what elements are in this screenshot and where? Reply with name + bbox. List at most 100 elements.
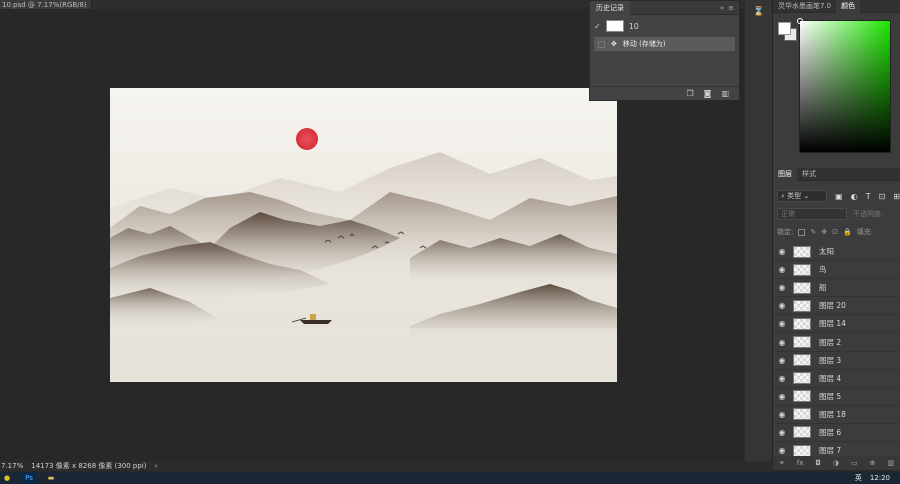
document-info: 14173 像素 x 8268 像素 (300 ppi) (31, 462, 147, 470)
taskbar: ● Ps ▬ 英 12:20 (0, 472, 900, 484)
new-group-icon[interactable]: ▭ (851, 459, 858, 467)
history-panel-icon[interactable]: ⌛ (751, 5, 767, 19)
layer-name: 图层 20 (819, 301, 846, 311)
history-panel-header: 历史记录 » ≡ (590, 0, 739, 15)
link-layers-icon[interactable]: ⚭ (779, 459, 785, 467)
lock-all-icon[interactable]: 🔒 (843, 228, 852, 236)
layer-thumbnail (793, 372, 811, 385)
color-picker-cursor[interactable] (797, 18, 803, 24)
layer-row[interactable]: ◉ 鸟 (773, 261, 900, 280)
lock-paint-icon[interactable]: ✎ (810, 228, 816, 236)
layer-row[interactable]: ◉ 图层 18 (773, 406, 900, 424)
layer-kind-label: 类型 (787, 192, 802, 200)
layer-row[interactable]: ◉ 太阳 (773, 243, 900, 262)
eye-icon[interactable]: ◉ (773, 428, 791, 437)
smart-object-filter-icon[interactable]: ⊞ (893, 192, 900, 201)
panel-collapse-icon[interactable]: » (720, 4, 724, 12)
history-state-checkbox[interactable] (598, 40, 605, 48)
image-filter-icon[interactable]: ▣ (835, 192, 843, 201)
layer-row[interactable]: ◉ 图层 20 (773, 297, 900, 316)
ime-indicator[interactable]: 英 (855, 473, 862, 483)
eye-icon[interactable]: ◉ (773, 265, 791, 274)
eye-icon[interactable]: ◉ (773, 356, 791, 365)
layer-row[interactable]: ◉ 图层 3 (773, 352, 900, 370)
layer-row[interactable]: ◉ 船 (773, 279, 900, 298)
camera-icon[interactable]: ◙ (704, 89, 712, 98)
layers-panel-tabs: 图层 样式 (773, 167, 900, 181)
eye-icon[interactable]: ◉ (773, 301, 791, 310)
layer-name: 图层 4 (819, 373, 842, 383)
fx-icon[interactable]: fx (797, 459, 804, 467)
snapshot-thumbnail (605, 20, 624, 32)
layer-row[interactable]: ◉ 图层 2 (773, 333, 900, 352)
layer-thumbnail (793, 390, 811, 403)
foreground-color-swatch[interactable] (778, 22, 791, 35)
layer-thumbnail (793, 317, 811, 330)
color-panel-tabs: 灵华水墨画笔7.0 颜色 (773, 0, 900, 13)
status-expand-icon[interactable]: › (154, 462, 157, 470)
document-tab-title: 10.psd @ 7.17%(RGB/8) (2, 0, 87, 9)
layer-row[interactable]: ◉ 图层 4 (773, 370, 900, 388)
tab-brush-library[interactable]: 灵华水墨画笔7.0 (773, 0, 836, 13)
search-icon: ⌕ (781, 191, 785, 200)
layer-row[interactable]: ◉ 图层 14 (773, 315, 900, 334)
right-panels: 灵华水墨画笔7.0 颜色 图层 样式 ⌕ 类型 ⌄ ▣ ◐ T ⊡ ⊞ 正常 不… (772, 0, 900, 470)
status-bar: 7.17% 14173 像素 x 8268 像素 (300 ppi) › (0, 461, 772, 471)
adjustment-layer-icon[interactable]: ◑ (833, 459, 839, 467)
blend-mode-select[interactable]: 正常 (777, 208, 847, 220)
tab-color[interactable]: 颜色 (836, 0, 861, 13)
layer-thumbnail (793, 336, 811, 349)
photoshop-taskbar-icon[interactable]: Ps (22, 472, 36, 484)
new-layer-icon[interactable]: ⊕ (870, 459, 876, 467)
eye-icon[interactable]: ◉ (773, 446, 791, 455)
new-doc-from-state-icon[interactable]: ❒ (687, 89, 694, 98)
app-icon[interactable]: ● (0, 472, 14, 484)
shape-filter-icon[interactable]: ⊡ (879, 192, 886, 201)
layer-name: 图层 7 (819, 446, 842, 456)
layer-thumbnail (793, 444, 811, 457)
lock-row: 锁定: ✎ ✥ ⊡ 🔒 填充: (773, 225, 900, 239)
layer-name: 太阳 (819, 247, 834, 257)
tab-styles[interactable]: 样式 (797, 168, 821, 181)
history-state-label: 移动 (存储为) (622, 40, 666, 48)
tab-layers[interactable]: 图层 (773, 167, 797, 181)
zoom-level[interactable]: 7.17% (1, 462, 23, 470)
eye-icon[interactable]: ◉ (773, 247, 791, 256)
tab-history[interactable]: 历史记录 (590, 0, 630, 15)
layer-row[interactable]: ◉ 图层 6 (773, 424, 900, 443)
history-brush-icon[interactable]: ✓ (594, 22, 601, 31)
lock-label: 锁定: (777, 228, 794, 236)
trash-icon[interactable]: ▥ (887, 459, 894, 467)
layer-thumbnail (793, 408, 811, 421)
add-mask-icon[interactable]: ◘ (815, 459, 821, 467)
document-canvas[interactable] (110, 88, 617, 382)
panel-menu-icon[interactable]: ≡ (728, 4, 734, 12)
trash-icon[interactable]: ▥ (721, 89, 729, 98)
type-filter-icon[interactable]: T (866, 192, 871, 201)
history-snapshot[interactable]: ✓ 10 (590, 15, 739, 37)
document-tab[interactable]: 10.psd @ 7.17%(RGB/8) × (0, 0, 92, 9)
lock-move-icon[interactable]: ✥ (821, 228, 827, 236)
fill-label: 填充: (856, 228, 874, 236)
layer-kind-filter[interactable]: ⌕ 类型 ⌄ (777, 190, 828, 202)
opacity-label: 不透明度: (853, 210, 884, 218)
lock-artboard-icon[interactable]: ⊡ (832, 228, 838, 236)
eye-icon[interactable]: ◉ (773, 410, 791, 419)
eye-icon[interactable]: ◉ (773, 283, 791, 292)
layer-name: 图层 3 (819, 355, 842, 365)
layer-row[interactable]: ◉ 图层 5 (773, 388, 900, 406)
eye-icon[interactable]: ◉ (773, 392, 791, 401)
folder-icon[interactable]: ▬ (44, 472, 58, 484)
landscape-artwork (110, 88, 617, 382)
eye-icon[interactable]: ◉ (773, 374, 791, 383)
layer-name: 图层 14 (819, 319, 846, 329)
layer-filter-bar: ⌕ 类型 ⌄ ▣ ◐ T ⊡ ⊞ (773, 188, 900, 204)
history-state[interactable]: ✥ 移动 (存储为) (594, 37, 735, 51)
lock-transparent-icon[interactable] (798, 228, 806, 236)
adjustment-filter-icon[interactable]: ◐ (851, 192, 858, 201)
eye-icon[interactable]: ◉ (773, 338, 791, 347)
color-panel (773, 13, 900, 163)
eye-icon[interactable]: ◉ (773, 319, 791, 328)
layer-thumbnail (793, 263, 811, 276)
color-picker-field[interactable] (797, 18, 891, 153)
